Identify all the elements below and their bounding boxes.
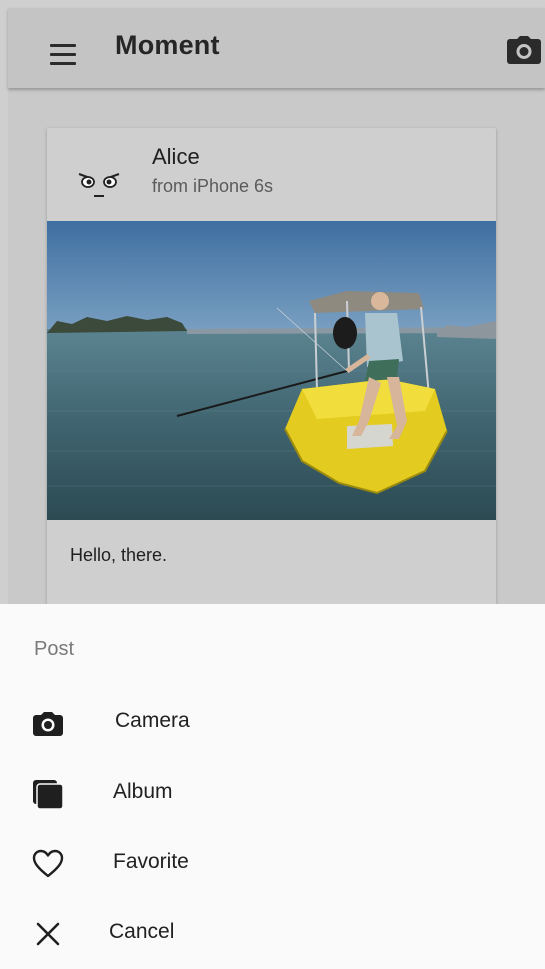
sheet-item-label: Album bbox=[113, 780, 173, 803]
post-bottom-sheet: Post Camera Album Favorite Cancel bbox=[0, 604, 545, 969]
sheet-title: Post bbox=[34, 638, 75, 660]
album-icon bbox=[33, 780, 64, 810]
close-icon bbox=[36, 922, 60, 946]
post-source: from iPhone 6s bbox=[152, 176, 274, 196]
post-photo[interactable] bbox=[47, 221, 496, 520]
sheet-item-camera[interactable]: Camera bbox=[0, 693, 545, 753]
camera-icon[interactable] bbox=[507, 36, 541, 64]
post-header: Alice from iPhone 6s bbox=[47, 128, 496, 220]
sheet-item-cancel[interactable]: Cancel bbox=[0, 904, 545, 964]
heart-outline-icon bbox=[32, 849, 64, 878]
app-bar: Moment bbox=[8, 8, 545, 88]
sheet-item-label: Cancel bbox=[109, 920, 175, 943]
sheet-item-label: Camera bbox=[115, 709, 190, 732]
post-author: Alice bbox=[152, 144, 200, 169]
camera-icon bbox=[33, 712, 63, 736]
post-card[interactable]: Alice from iPhone 6s Hello, there. bbox=[47, 128, 496, 648]
avatar[interactable] bbox=[75, 158, 123, 202]
post-caption: Hello, there. bbox=[70, 545, 168, 565]
sheet-item-label: Favorite bbox=[113, 850, 189, 873]
page-title: Moment bbox=[115, 30, 220, 60]
sheet-item-album[interactable]: Album bbox=[0, 764, 545, 824]
menu-icon[interactable] bbox=[42, 34, 86, 78]
sheet-item-favorite[interactable]: Favorite bbox=[0, 834, 545, 894]
